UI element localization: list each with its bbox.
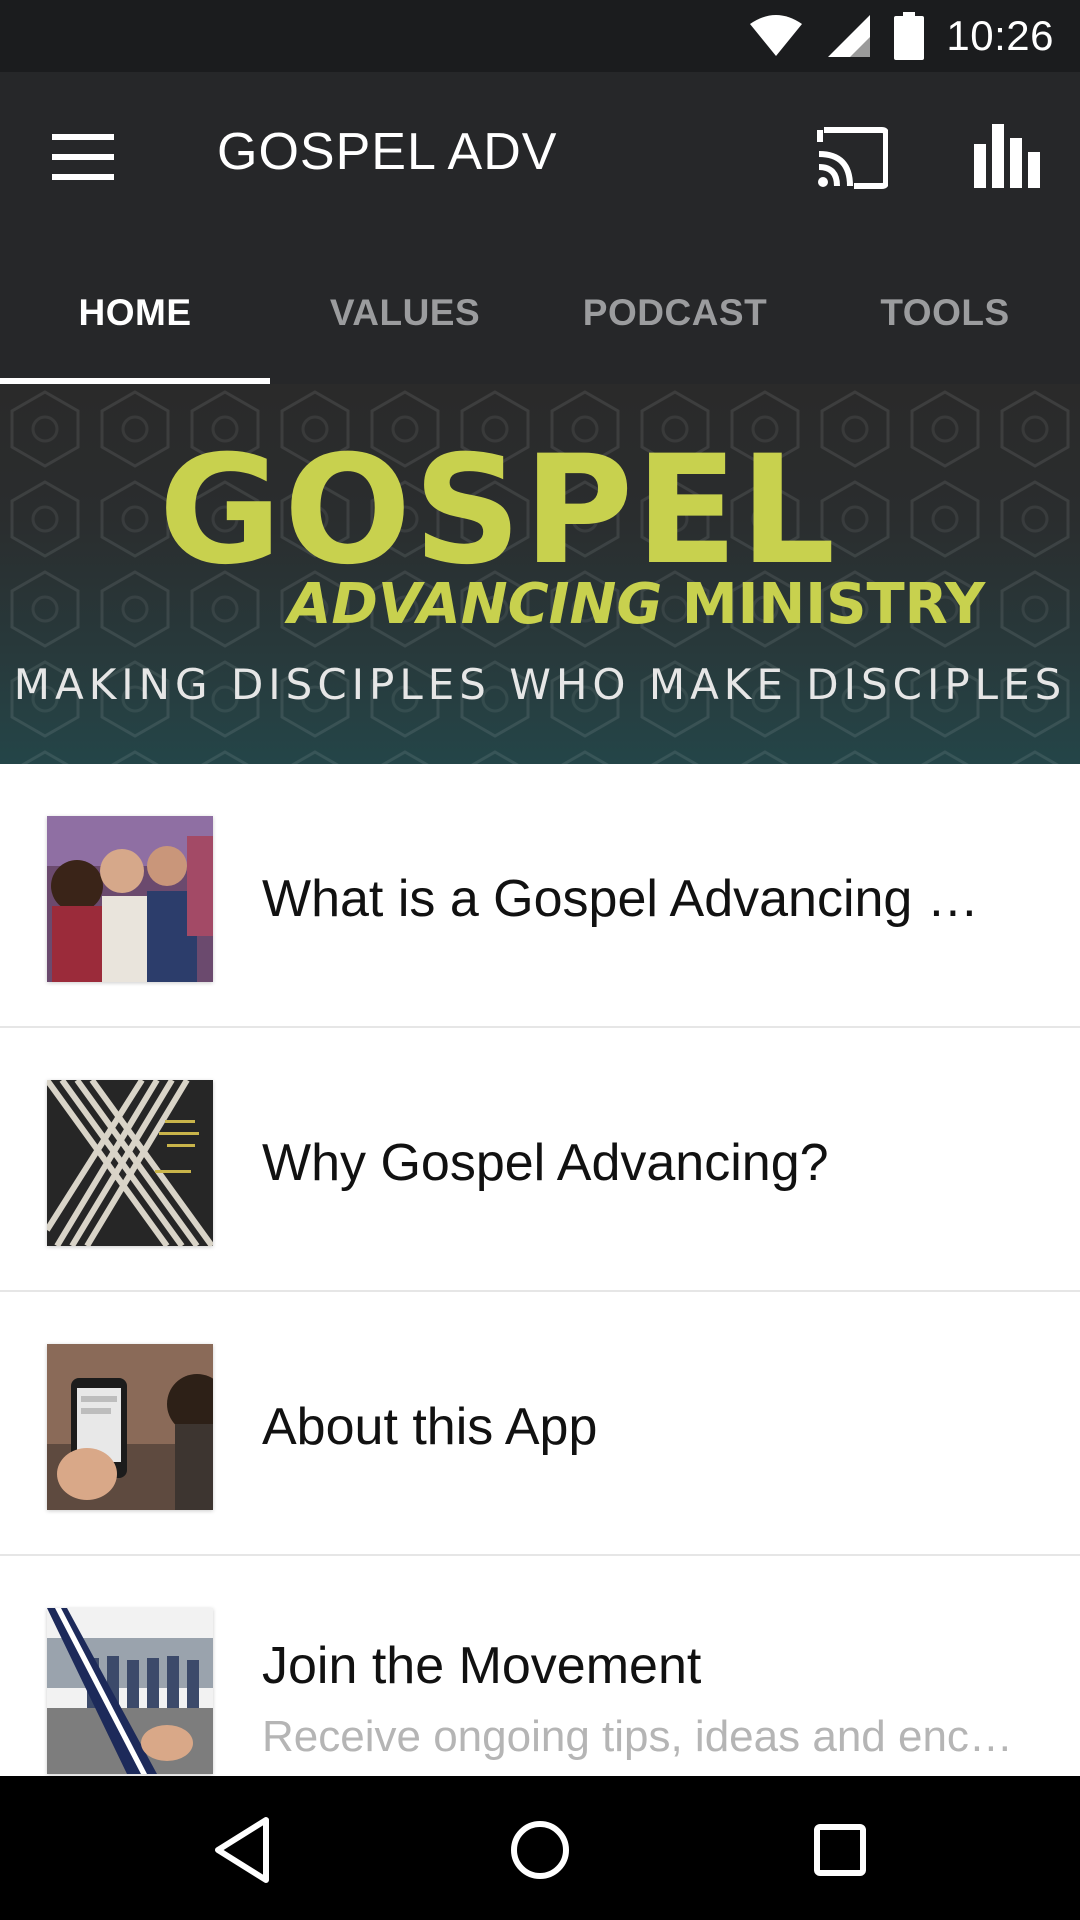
content-list: What is a Gospel Advancing Ministry? [0, 764, 1080, 1820]
list-item-thumbnail [47, 816, 213, 982]
tab-podcast[interactable]: PODCAST [540, 242, 810, 384]
tab-tools[interactable]: TOOLS [810, 242, 1080, 384]
back-icon[interactable] [204, 1810, 284, 1890]
list-item-title: Why Gospel Advancing? [262, 1134, 829, 1192]
menu-icon[interactable] [52, 134, 114, 180]
banner-subtitle-bold: MINISTRY [662, 572, 986, 637]
list-item-subtitle: Receive ongoing tips, ideas and encourag… [262, 1712, 1022, 1761]
app-title: GOSPEL ADV [217, 123, 558, 181]
tab-values[interactable]: VALUES [270, 242, 540, 384]
list-item-thumbnail [47, 1080, 213, 1246]
bar-chart-icon[interactable] [972, 122, 1044, 188]
hero-banner: GOSPEL ADVANCING MINISTRY MAKING DISCIPL… [0, 384, 1080, 764]
tab-bar: HOME VALUES PODCAST TOOLS [0, 242, 1080, 384]
list-item-title: About this App [262, 1398, 598, 1456]
battery-icon [894, 12, 925, 60]
banner-tagline: MAKING DISCIPLES WHO MAKE DISCIPLES [13, 660, 1067, 709]
app-bar: GOSPEL ADV [0, 72, 1080, 242]
status-icons: 10:26 [748, 0, 1054, 72]
banner-subtitle-italic: ADVANCING [288, 572, 663, 637]
list-item[interactable]: Why Gospel Advancing? [0, 1028, 1080, 1292]
list-item[interactable]: About this App [0, 1292, 1080, 1556]
system-nav-bar [0, 1776, 1080, 1920]
status-bar: 10:26 [0, 0, 1080, 72]
cell-signal-icon [828, 15, 871, 57]
home-icon[interactable] [500, 1810, 580, 1890]
tab-home[interactable]: HOME [0, 242, 270, 384]
list-item-thumbnail [47, 1608, 213, 1774]
banner-subtitle: ADVANCING MINISTRY [288, 572, 985, 637]
list-item-title: Join the Movement [262, 1637, 702, 1695]
status-time: 10:26 [946, 12, 1054, 59]
list-item[interactable]: What is a Gospel Advancing Ministry? [0, 764, 1080, 1028]
recents-icon[interactable] [800, 1810, 880, 1890]
wifi-icon [750, 15, 803, 56]
list-item-title: What is a Gospel Advancing Ministry? [262, 870, 1022, 928]
cast-icon[interactable] [816, 124, 888, 190]
list-item-thumbnail [47, 1344, 213, 1510]
